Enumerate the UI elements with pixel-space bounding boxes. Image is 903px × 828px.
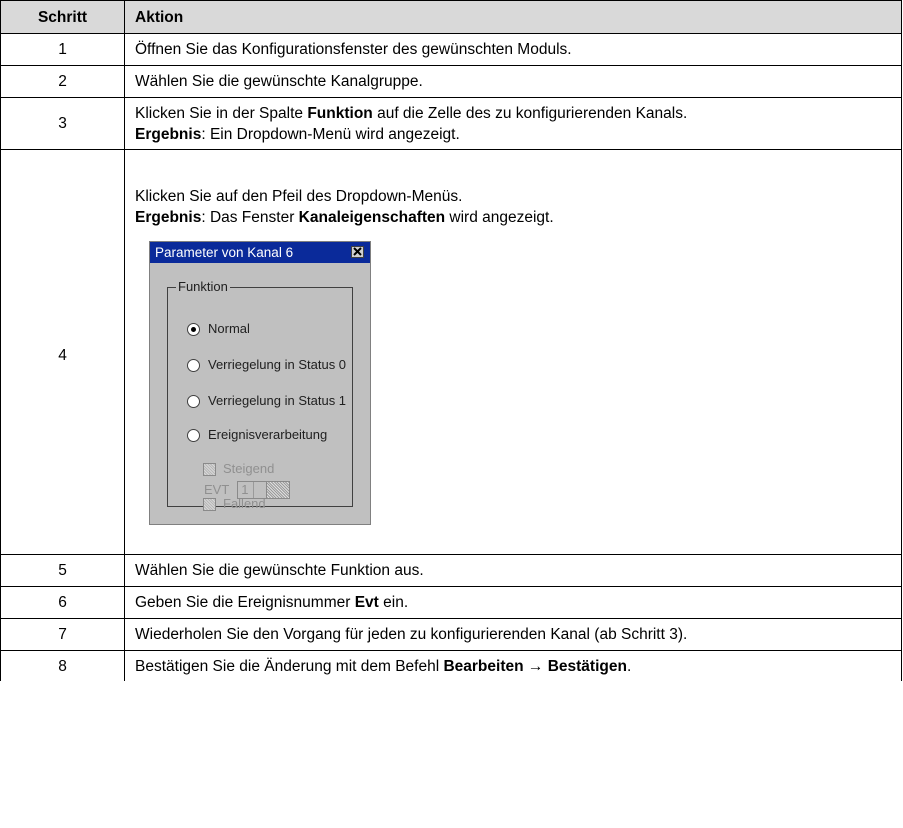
dialog-title-bar: Parameter von Kanal 6 [150, 242, 370, 263]
text-run: : Ein Dropdown-Menü wird angezeigt. [201, 125, 460, 143]
checkbox-icon [203, 497, 216, 511]
step-action: Klicken Sie in der Spalte Funktion auf d… [124, 97, 902, 150]
radio-latch-status-1[interactable]: Verriegelung in Status 1 [187, 393, 346, 409]
group-label: Funktion [176, 279, 230, 295]
step-action: Klicken Sie auf den Pfeil des Dropdown-M… [124, 149, 902, 555]
step-action: Wiederholen Sie den Vorgang für jeden zu… [124, 618, 902, 651]
option-label: Verriegelung in Status 0 [208, 357, 347, 372]
table-row: 6 Geben Sie die Ereignisnummer Evt ein. [0, 586, 902, 619]
checkbox-rising[interactable]: Steigend [203, 461, 274, 477]
radio-icon [187, 428, 200, 442]
step-action: Wählen Sie die gewünschte Funktion aus. [124, 554, 902, 587]
bold-term: Kanaleigenschaften [298, 209, 446, 226]
bold-term: Ergebnis [135, 125, 202, 143]
dialog-title: Parameter von Kanal 6 [155, 245, 294, 260]
table-row: 1 Öffnen Sie das Konfigurationsfenster d… [0, 33, 902, 66]
step-action: Wählen Sie die gewünschte Kanalgruppe. [124, 65, 902, 98]
evt-label: EVT [204, 482, 230, 497]
step-action: Bestätigen Sie die Änderung mit dem Befe… [124, 650, 902, 681]
text-run: Klicken Sie auf den Pfeil des Dropdown-M… [135, 188, 463, 205]
step-number: 3 [0, 97, 125, 150]
bold-term: Ergebnis [135, 209, 202, 226]
text-run: ein. [378, 594, 409, 611]
evt-spinner[interactable] [266, 481, 291, 499]
checkbox-icon [203, 462, 216, 476]
close-icon[interactable] [351, 246, 364, 258]
checkbox-label: Steigend [223, 461, 275, 476]
table-row: 8 Bestätigen Sie die Änderung mit dem Be… [0, 650, 902, 681]
evt-row: EVT 1 [204, 481, 291, 499]
step-number: 2 [0, 65, 125, 98]
step-number: 6 [0, 586, 125, 619]
bold-term: Funktion [307, 104, 373, 122]
text-run: Geben Sie die Ereignisnummer [135, 594, 355, 611]
radio-icon-selected [187, 322, 200, 336]
step-number: 7 [0, 618, 125, 651]
radio-normal[interactable]: Normal [187, 321, 250, 337]
text-run: : Das Fenster [201, 209, 299, 226]
option-label: Ereignisverarbeitung [208, 427, 328, 442]
header-step: Schritt [0, 0, 125, 34]
radio-icon [187, 394, 200, 408]
radio-icon [187, 358, 200, 372]
option-label: Normal [208, 321, 250, 336]
step-number: 8 [0, 650, 125, 681]
text-run: Bestätigen Sie die Änderung mit dem Befe… [135, 657, 444, 675]
table-header-row: Schritt Aktion [0, 0, 902, 34]
step-action: Öffnen Sie das Konfigurationsfenster des… [124, 33, 902, 66]
table-row: 3 Klicken Sie in der Spalte Funktion auf… [0, 97, 902, 150]
text-run: auf die Zelle des zu konfigurierenden Ka… [372, 104, 688, 122]
bold-term: Bearbeiten → Bestätigen [443, 657, 627, 675]
table-row: 2 Wählen Sie die gewünschte Kanalgruppe. [0, 65, 902, 98]
bold-term: Evt [354, 594, 379, 611]
channel-parameters-dialog: Parameter von Kanal 6 Funktion Normal Ve… [149, 241, 371, 525]
text-run: wird angezeigt. [445, 209, 554, 226]
step-number: 5 [0, 554, 125, 587]
steps-table: Schritt Aktion 1 Öffnen Sie das Konfigur… [0, 0, 902, 681]
evt-value: 1 [238, 482, 255, 498]
table-row: 4 Klicken Sie auf den Pfeil des Dropdown… [0, 149, 902, 555]
radio-event-processing[interactable]: Ereignisverarbeitung [187, 427, 327, 443]
header-action: Aktion [124, 0, 902, 34]
text-run: Klicken Sie in der Spalte [135, 104, 308, 122]
step-number: 4 [0, 149, 125, 555]
option-label: Verriegelung in Status 1 [208, 393, 347, 408]
function-group: Funktion Normal Verriegelung in Status 0… [167, 279, 353, 511]
evt-number-field[interactable]: 1 [237, 481, 268, 499]
step-action: Geben Sie die Ereignisnummer Evt ein. [124, 586, 902, 619]
table-row: 7 Wiederholen Sie den Vorgang für jeden … [0, 618, 902, 651]
radio-latch-status-0[interactable]: Verriegelung in Status 0 [187, 357, 346, 373]
table-row: 5 Wählen Sie die gewünschte Funktion aus… [0, 554, 902, 587]
text-run: . [626, 657, 632, 675]
step-number: 1 [0, 33, 125, 66]
